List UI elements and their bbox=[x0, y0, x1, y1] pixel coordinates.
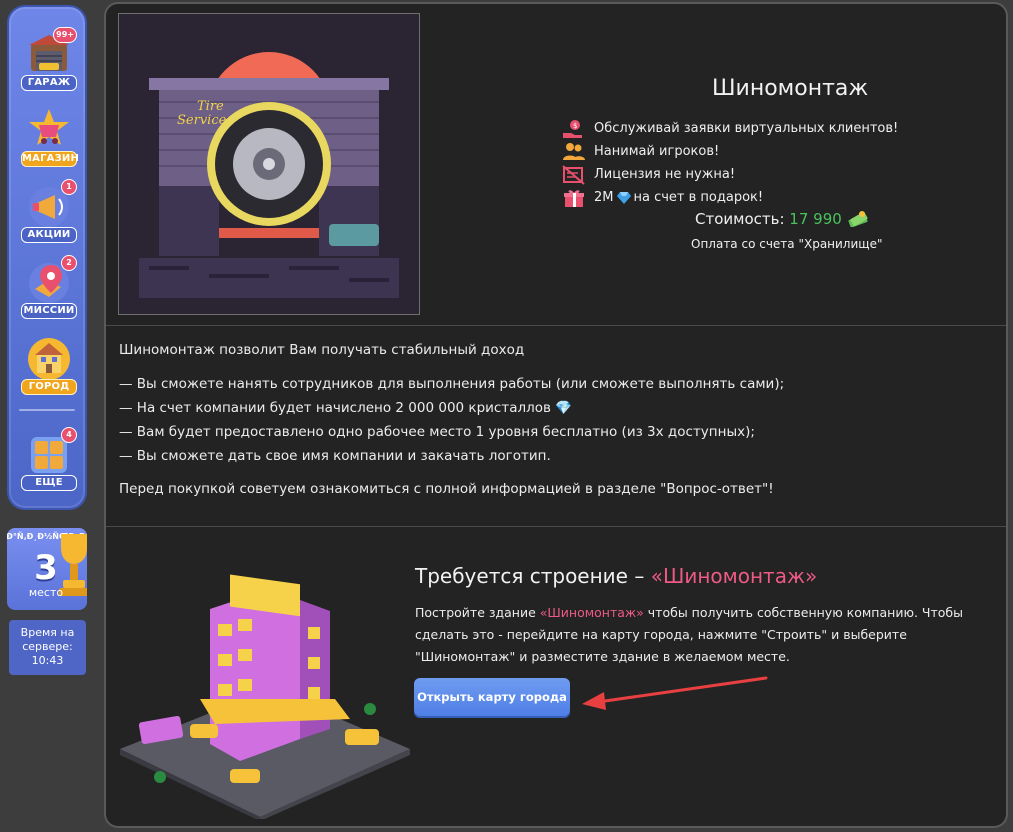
tire-fitting-building-illustration bbox=[120, 574, 410, 819]
sidebar-item-label: МАГАЗИН bbox=[21, 151, 79, 167]
sidebar-item-label: ЕЩЕ bbox=[21, 475, 77, 491]
requirement-building-name: «Шиномонтаж» bbox=[650, 564, 818, 588]
crystal-icon bbox=[616, 191, 631, 204]
feature-item: Лицензия не нужна! bbox=[562, 163, 898, 186]
city-icon bbox=[28, 338, 70, 380]
server-time-value: 10:43 bbox=[31, 654, 64, 667]
requirement-title: Требуется строение – «Шиномонтаж» bbox=[415, 564, 817, 588]
section-divider bbox=[106, 325, 1006, 326]
requirement-title-prefix: Требуется строение – bbox=[415, 564, 651, 588]
sidebar-item-missions[interactable]: 2 МИССИИ bbox=[17, 255, 81, 321]
users-icon bbox=[563, 142, 585, 160]
sidebar-item-more[interactable]: 4 ЕЩЕ bbox=[17, 427, 81, 493]
sidebar-divider bbox=[19, 409, 75, 411]
description-intro: Шиномонтаж позволит Вам получать стабиль… bbox=[119, 342, 525, 358]
feature-item: $ Обслуживай заявки виртуальных клиентов… bbox=[562, 117, 898, 140]
sidebar-item-shop[interactable]: МАГАЗИН bbox=[17, 105, 81, 169]
benefit-list: — Вы сможете нанять сотрудников для выпо… bbox=[119, 372, 784, 468]
rank-label: место bbox=[28, 586, 64, 599]
sidebar-item-label: АКЦИИ bbox=[21, 227, 77, 243]
instructions-building-name: «Шиномонтаж» bbox=[539, 605, 644, 620]
sidebar-item-label: ГОРОД bbox=[21, 379, 77, 395]
gift-text: на счет в подарок! bbox=[633, 190, 764, 205]
requirement-instructions: Постройте здание «Шиномонтаж» чтобы полу… bbox=[415, 602, 1000, 668]
main-panel: Tire Service Шиномонтаж $ Обслуживай зая… bbox=[104, 2, 1008, 828]
rank-number: 3 bbox=[34, 548, 58, 588]
sidebar-item-city[interactable]: ГОРОД bbox=[17, 333, 81, 397]
payment-source-note: Оплата со счета "Хранилище" bbox=[691, 237, 883, 251]
benefit-item: — Вам будет предоставлено одно рабочее м… bbox=[119, 424, 755, 440]
benefit-item: — На счет компании будет начислено 2 000… bbox=[119, 400, 573, 416]
price-label: Стоимость: bbox=[695, 210, 785, 228]
section-divider bbox=[106, 526, 1006, 527]
feature-text: Нанимай игроков! bbox=[594, 144, 720, 159]
sign-line-1: Tire bbox=[197, 99, 224, 114]
feature-list: $ Обслуживай заявки виртуальных клиентов… bbox=[562, 117, 898, 209]
sidebar-item-label: ГАРАЖ bbox=[21, 75, 77, 91]
description: Шиномонтаж позволит Вам получать стабиль… bbox=[119, 342, 784, 497]
badge-count: 2 bbox=[61, 255, 77, 271]
tire-service-illustration: Tire Service bbox=[118, 13, 420, 315]
server-time: Время на сервере: 10:43 bbox=[9, 620, 86, 675]
benefit-item: — Вы сможете дать свое имя компании и за… bbox=[119, 448, 551, 464]
badge-count: 4 bbox=[61, 427, 77, 443]
server-time-label: Время на bbox=[20, 626, 75, 639]
sidebar-item-label: МИССИИ bbox=[21, 303, 77, 319]
svg-text:$: $ bbox=[573, 122, 577, 130]
sidebar-item-promotions[interactable]: 1 АКЦИИ bbox=[17, 179, 81, 245]
shop-icon bbox=[29, 109, 69, 145]
money-stack-icon bbox=[848, 211, 868, 228]
sign-line-2: Service bbox=[177, 113, 227, 128]
badge-count: 1 bbox=[61, 179, 77, 195]
benefit-item: — Вы сможете нанять сотрудников для выпо… bbox=[119, 376, 785, 392]
gift-amount: 2M bbox=[594, 190, 614, 205]
badge-count: 99+ bbox=[53, 27, 77, 43]
sidebar-item-garage[interactable]: 99+ ГАРАЖ bbox=[17, 27, 81, 93]
arrow-pointer-icon bbox=[582, 676, 768, 710]
rank-card[interactable]: »Ð°Ñ‚Ð¸Ð½ÑŒÐ¸Ð¾Ñ 3 место bbox=[7, 528, 87, 610]
sidebar-nav: 99+ ГАРАЖ МАГАЗИН 1 АКЦИИ 2 МИССИИ ГОРОД… bbox=[7, 5, 87, 510]
feature-text: Лицензия не нужна! bbox=[594, 167, 736, 182]
server-time-label: сервере: bbox=[22, 640, 73, 653]
no-license-icon bbox=[562, 164, 585, 185]
price-line: Стоимость: 17 990 bbox=[695, 209, 869, 228]
feature-text: Обслуживай заявки виртуальных клиентов! bbox=[594, 121, 899, 136]
instructions-prefix: Постройте здание bbox=[415, 605, 540, 620]
price-value: 17 990 bbox=[789, 210, 842, 228]
description-outro: Перед покупкой советуем ознакомиться с п… bbox=[119, 481, 774, 497]
gift-icon bbox=[564, 189, 584, 207]
feature-item: 2M на счет в подарок! bbox=[562, 186, 898, 209]
money-hand-icon: $ bbox=[563, 119, 582, 138]
feature-item: Нанимай игроков! bbox=[562, 140, 898, 163]
product-title: Шиномонтаж bbox=[712, 76, 869, 101]
open-city-map-button[interactable]: Открыть карту города bbox=[414, 678, 570, 716]
